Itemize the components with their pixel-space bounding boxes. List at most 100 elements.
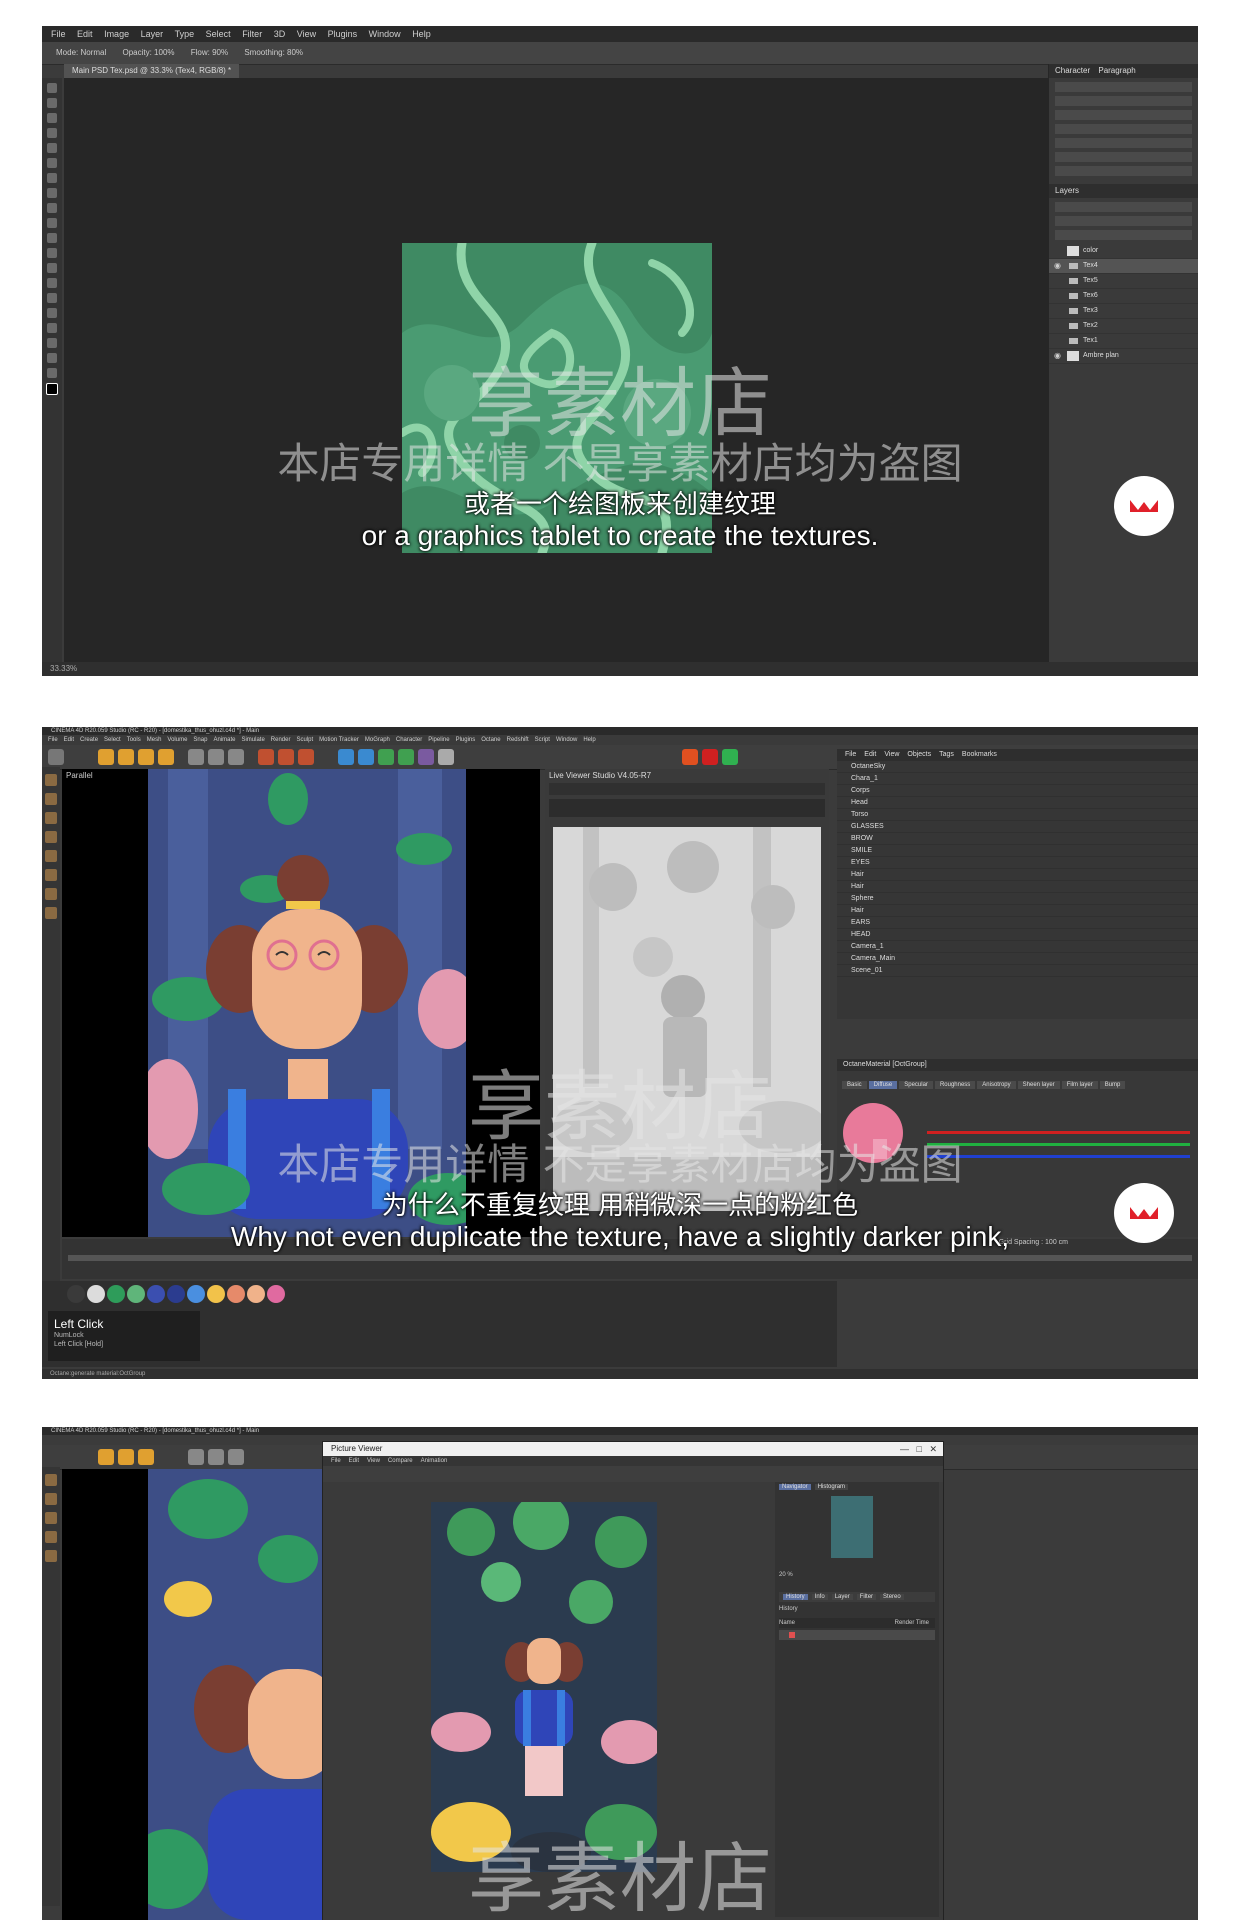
ps-menu-layer[interactable]: Layer [141, 29, 164, 39]
model-mode-icon[interactable] [45, 1474, 57, 1486]
object-row[interactable]: Hair [837, 905, 1198, 917]
c4d-menu-item[interactable]: Redshift [507, 737, 529, 743]
crop-tool-icon[interactable] [47, 143, 57, 153]
object-row[interactable]: HEAD [837, 929, 1198, 941]
picture-viewer-toolbar[interactable] [323, 1466, 943, 1482]
c4d-menu-item[interactable]: Pipeline [428, 737, 449, 743]
c4d-menu-item[interactable]: Plugins [456, 737, 476, 743]
light-icon[interactable] [438, 749, 454, 765]
edges-mode-icon[interactable] [45, 1531, 57, 1543]
rotate-icon[interactable] [138, 1449, 154, 1465]
generator-icon[interactable] [378, 749, 394, 765]
c4d-menu-item[interactable]: MoGraph [365, 737, 390, 743]
eraser-tool-icon[interactable] [47, 233, 57, 243]
object-manager-tab[interactable]: View [884, 751, 899, 758]
ps-menu-select[interactable]: Select [206, 29, 231, 39]
picture-viewer-menu-item[interactable]: View [367, 1458, 380, 1464]
c4d-menu-item[interactable]: Help [583, 737, 595, 743]
c4d-menu-item[interactable]: Simulate [241, 737, 264, 743]
leading-field[interactable] [1055, 110, 1192, 120]
stamp-tool-icon[interactable] [47, 203, 57, 213]
object-row[interactable]: Hair [837, 869, 1198, 881]
maximize-icon[interactable]: □ [917, 1444, 922, 1454]
render-view-icon[interactable] [278, 749, 294, 765]
points-mode-icon[interactable] [45, 1512, 57, 1524]
object-row[interactable]: Sphere [837, 893, 1198, 905]
c4d-menu-item[interactable]: Motion Tracker [319, 737, 359, 743]
spline-icon[interactable] [358, 749, 374, 765]
scale-field[interactable] [1055, 138, 1192, 148]
layer-row[interactable]: Tex3 [1049, 304, 1198, 319]
object-row[interactable]: OctaneSky [837, 761, 1198, 773]
history-tab[interactable]: Layer [831, 1594, 853, 1600]
z-axis-icon[interactable] [228, 1449, 244, 1465]
rotate-icon[interactable] [138, 749, 154, 765]
add-icon[interactable] [158, 749, 174, 765]
tracking-field[interactable] [1055, 124, 1192, 134]
dodge-tool-icon[interactable] [47, 278, 57, 288]
move-tool-icon[interactable] [47, 83, 57, 93]
ps-menu-plugins[interactable]: Plugins [328, 29, 358, 39]
material-swatch[interactable] [187, 1285, 205, 1303]
material-swatch[interactable] [147, 1285, 165, 1303]
font-family-select[interactable] [1055, 82, 1192, 92]
layer-filter-row[interactable] [1055, 202, 1192, 212]
object-manager-tab[interactable]: Edit [864, 751, 876, 758]
material-swatch[interactable] [87, 1285, 105, 1303]
object-row[interactable]: Camera_Main [837, 953, 1198, 965]
navigator-tab[interactable]: Histogram [814, 1484, 849, 1490]
c4d-menu-item[interactable]: Volume [167, 737, 187, 743]
type-tool-icon[interactable] [47, 308, 57, 318]
ps-menu-image[interactable]: Image [104, 29, 129, 39]
edges-mode-icon[interactable] [45, 831, 57, 843]
layer-row[interactable]: Tex5 [1049, 274, 1198, 289]
material-swatch[interactable] [67, 1285, 85, 1303]
texture-mode-icon[interactable] [45, 793, 57, 805]
ps-menu-window[interactable]: Window [369, 29, 401, 39]
polygons-mode-icon[interactable] [45, 850, 57, 862]
undo-icon[interactable] [48, 749, 64, 765]
x-axis-icon[interactable] [188, 1449, 204, 1465]
magic-wand-tool-icon[interactable] [47, 128, 57, 138]
layer-row[interactable]: Tex6 [1049, 289, 1198, 304]
layer-row[interactable]: color [1049, 244, 1198, 259]
workplane-icon[interactable] [45, 907, 57, 919]
material-swatch[interactable] [207, 1285, 225, 1303]
lasso-tool-icon[interactable] [47, 113, 57, 123]
picture-viewer-menu-item[interactable]: Edit [349, 1458, 359, 1464]
material-swatch[interactable] [167, 1285, 185, 1303]
scene-icon[interactable] [418, 749, 434, 765]
object-row[interactable]: Chara_1 [837, 773, 1198, 785]
close-icon[interactable]: ✕ [929, 1444, 937, 1454]
ps-menu-view[interactable]: View [297, 29, 316, 39]
object-row[interactable]: Scene_01 [837, 965, 1198, 977]
ps-menu-type[interactable]: Type [175, 29, 195, 39]
zoom-level[interactable]: 20 % [779, 1572, 793, 1578]
scale-icon[interactable] [118, 749, 134, 765]
picture-viewer-menu-item[interactable]: Compare [388, 1458, 413, 1464]
c4d-menu-item[interactable]: Mesh [147, 737, 162, 743]
c4d-menu-item[interactable]: Animate [213, 737, 235, 743]
font-size-field[interactable] [1055, 96, 1192, 106]
pen-tool-icon[interactable] [47, 293, 57, 303]
material-swatch[interactable] [127, 1285, 145, 1303]
ps-menu-filter[interactable]: Filter [242, 29, 262, 39]
c4d-menu-item[interactable]: Script [535, 737, 550, 743]
blur-tool-icon[interactable] [47, 263, 57, 273]
object-row[interactable]: SMILE [837, 845, 1198, 857]
c4d-menu-item[interactable]: Window [556, 737, 577, 743]
snap-icon[interactable] [45, 888, 57, 900]
brush-tool-icon[interactable] [47, 188, 57, 198]
history-tab[interactable]: Stereo [880, 1594, 904, 1600]
object-row[interactable]: Head [837, 797, 1198, 809]
blend-mode-row[interactable] [1055, 216, 1192, 226]
lock-row[interactable] [1055, 230, 1192, 240]
render-settings-icon[interactable] [298, 749, 314, 765]
octane-material-icon[interactable] [722, 749, 738, 765]
c4d-menu-item[interactable]: Render [271, 737, 291, 743]
navigator-tab[interactable]: Navigator [779, 1484, 811, 1490]
tab-paragraph[interactable]: Paragraph [1098, 66, 1135, 75]
eyedropper-tool-icon[interactable] [47, 158, 57, 168]
object-row[interactable]: EARS [837, 917, 1198, 929]
language-select[interactable] [1055, 166, 1192, 176]
